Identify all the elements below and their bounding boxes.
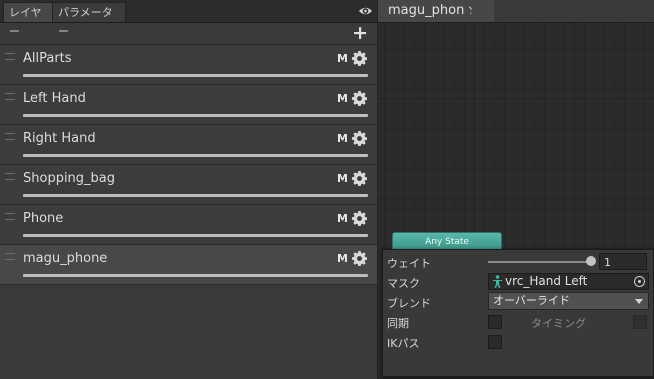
mute-button[interactable]: M <box>337 252 348 265</box>
weight-label: ウェイト <box>387 257 431 270</box>
gear-icon[interactable] <box>352 91 367 106</box>
gear-icon[interactable] <box>352 211 367 226</box>
weight-slider-knob[interactable] <box>586 256 596 266</box>
gear-icon[interactable] <box>352 131 367 146</box>
gear-icon[interactable] <box>352 171 367 186</box>
blend-value: オーバーライド <box>493 294 570 307</box>
layer-row[interactable]: Left Hand M <box>0 84 377 124</box>
ik-pass-label: IKパス <box>387 337 420 350</box>
weight-bar <box>23 234 368 237</box>
mute-button[interactable]: M <box>337 172 348 185</box>
layer-name: Right Hand <box>23 131 96 146</box>
mask-value: vrc_Hand Left <box>505 274 588 288</box>
weight-bar <box>23 114 368 117</box>
weight-slider[interactable] <box>488 261 593 263</box>
add-layer-row: + <box>0 23 377 43</box>
breadcrumb-arrow <box>464 0 472 22</box>
mute-button[interactable]: M <box>337 132 348 145</box>
layer-name: Phone <box>23 211 64 226</box>
mask-label: マスク <box>387 277 420 290</box>
sync-label: 同期 <box>387 317 409 330</box>
gear-icon[interactable] <box>352 251 367 266</box>
tab-parameters[interactable]: パラメーター <box>52 2 126 38</box>
drag-handle-icon[interactable] <box>5 133 15 140</box>
layer-row[interactable]: Shopping_bag M <box>0 164 377 204</box>
layers-panel: レイヤー パラメーター + AllParts M Left Hand M Right H… <box>0 0 378 379</box>
layer-list-end <box>0 284 377 285</box>
object-picker-icon[interactable] <box>634 276 645 287</box>
layer-row[interactable]: AllParts M <box>0 44 377 84</box>
weight-bar <box>23 74 368 77</box>
drag-handle-icon[interactable] <box>5 173 15 180</box>
breadcrumb[interactable]: magu_phone <box>378 0 495 22</box>
avatar-mask-icon <box>493 275 502 288</box>
ik-pass-checkbox[interactable] <box>488 335 502 349</box>
timing-checkbox[interactable] <box>633 315 647 329</box>
mask-field[interactable]: vrc_Hand Left <box>488 273 649 290</box>
layer-name: Shopping_bag <box>23 171 116 186</box>
plus-icon[interactable]: + <box>352 24 368 43</box>
gear-icon[interactable] <box>352 51 367 66</box>
layer-row[interactable]: magu_phone M <box>0 244 377 284</box>
blend-label: ブレンド <box>387 297 431 310</box>
drag-handle-icon[interactable] <box>5 93 15 100</box>
drag-handle-icon[interactable] <box>5 213 15 220</box>
drag-handle-icon[interactable] <box>5 53 15 60</box>
layer-row[interactable]: Right Hand M <box>0 124 377 164</box>
layer-name: magu_phone <box>23 251 108 266</box>
blend-dropdown[interactable]: オーバーライド <box>488 292 649 310</box>
tab-layers[interactable]: レイヤー <box>3 2 57 38</box>
sync-checkbox[interactable] <box>488 315 502 329</box>
mute-button[interactable]: M <box>337 92 348 105</box>
panel-tab-bar: レイヤー パラメーター <box>0 0 377 38</box>
timing-label: タイミング <box>531 317 586 330</box>
weight-bar <box>23 194 368 197</box>
mute-button[interactable]: M <box>337 212 348 225</box>
eye-icon[interactable] <box>358 4 373 18</box>
drag-handle-icon[interactable] <box>5 253 15 260</box>
weight-bar <box>23 274 368 277</box>
weight-bar <box>23 154 368 157</box>
weight-field[interactable]: 1 <box>599 253 647 270</box>
mute-button[interactable]: M <box>337 52 348 65</box>
layer-name: AllParts <box>23 51 72 66</box>
layer-settings-popup: ウェイト 1 マスク vrc_Hand Left ブレンド オーバーライド 同期… <box>382 249 654 377</box>
layer-row[interactable]: Phone M <box>0 204 377 244</box>
chevron-down-icon <box>635 299 643 304</box>
layer-name: Left Hand <box>23 91 86 106</box>
breadcrumb-bar: magu_phone <box>378 0 654 23</box>
